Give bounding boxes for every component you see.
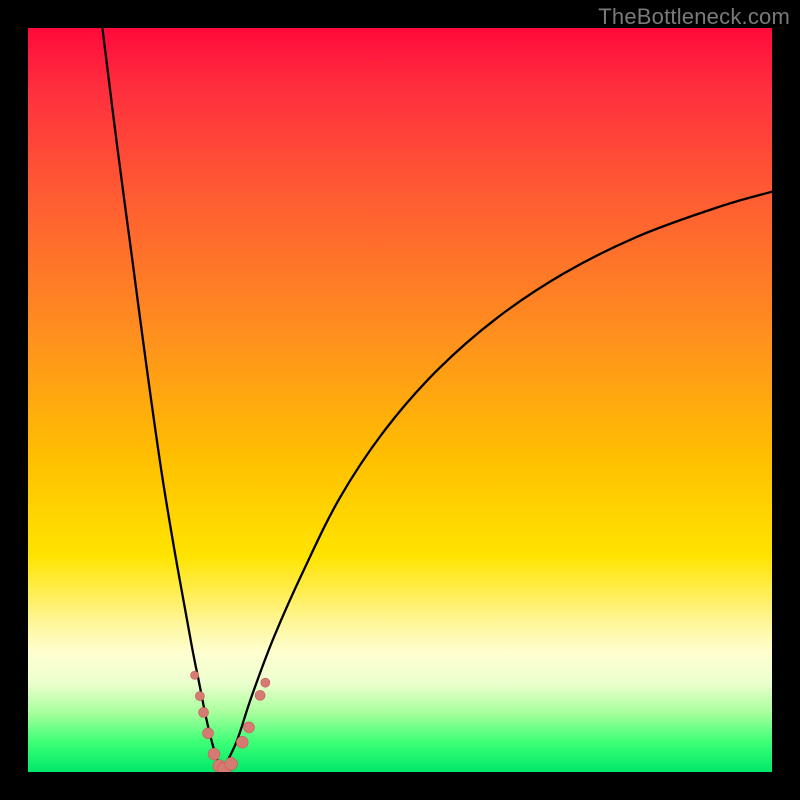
curve-right	[221, 192, 772, 772]
curve-layer	[28, 28, 772, 772]
chart-frame: TheBottleneck.com	[0, 0, 800, 800]
plot-area	[28, 28, 772, 772]
marker-dot	[191, 671, 199, 679]
marker-dot	[199, 707, 209, 717]
watermark-label: TheBottleneck.com	[598, 4, 790, 30]
curve-left	[102, 28, 221, 772]
marker-dot	[236, 736, 248, 748]
marker-dot	[255, 690, 265, 700]
marker-dot	[261, 678, 270, 687]
marker-dot	[225, 757, 238, 770]
marker-dot	[195, 692, 204, 701]
marker-dot	[244, 722, 255, 733]
marker-dot	[208, 748, 220, 760]
marker-dot	[203, 728, 214, 739]
